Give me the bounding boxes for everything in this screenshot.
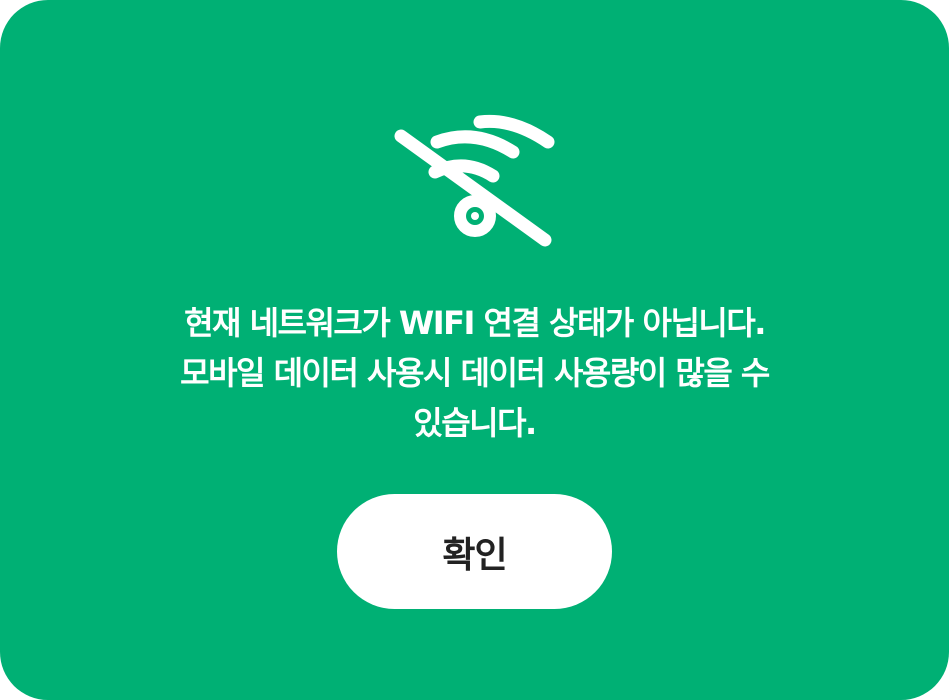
message-line: 현재 네트워크가 WIFI 연결 상태가 아닙니다. bbox=[184, 304, 766, 342]
wifi-warning-dialog: 현재 네트워크가 WIFI 연결 상태가 아닙니다. 모바일 데이터 사용시 데… bbox=[0, 0, 949, 700]
wifi-off-icon bbox=[385, 90, 565, 250]
confirm-button[interactable]: 확인 bbox=[337, 494, 612, 609]
message-line: 있습니다. bbox=[413, 404, 537, 442]
message-line: 모바일 데이터 사용시 데이터 사용량이 많을 수 bbox=[180, 354, 770, 392]
warning-message: 현재 네트워크가 WIFI 연결 상태가 아닙니다. 모바일 데이터 사용시 데… bbox=[120, 298, 829, 448]
